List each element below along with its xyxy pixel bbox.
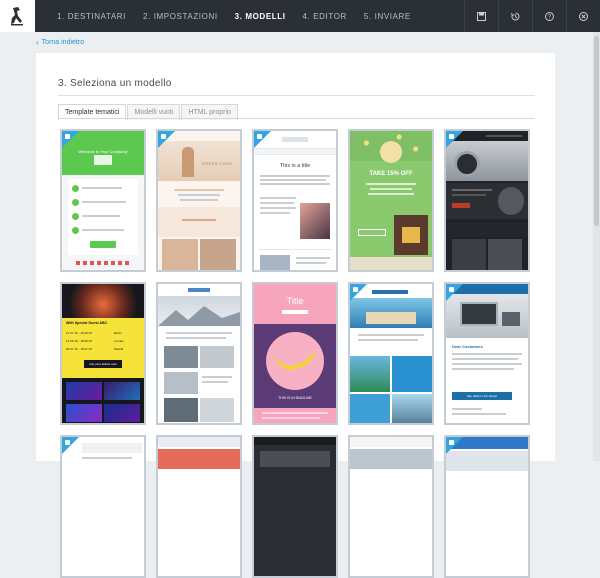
wizard-steps: 1. DESTINATARI 2. IMPOSTAZIONI 3. MODELL…	[35, 0, 428, 32]
template-card-row3-2[interactable]	[156, 435, 242, 578]
template-badge-icon	[350, 284, 367, 301]
logo-icon	[10, 7, 23, 26]
template-panel: 3. Seleziona un modello Template tematic…	[36, 53, 555, 578]
toolbar-actions: ?	[464, 0, 600, 32]
event-date: 27.07.15 - 15.06.15	[66, 331, 93, 335]
back-link-label: Torna indietro	[41, 39, 85, 46]
close-icon	[579, 11, 588, 21]
event-city: Berlin	[114, 331, 122, 335]
help-icon: ?	[545, 11, 554, 21]
back-link[interactable]: ‹ Torna indietro	[36, 38, 84, 47]
template-card-row3-5[interactable]	[444, 435, 530, 578]
save-button[interactable]	[464, 0, 498, 32]
save-icon	[477, 11, 486, 21]
template-card-car[interactable]	[444, 129, 530, 272]
event-city: Madrid	[114, 347, 124, 351]
template-card-discount[interactable]: TAKE 15% OFF	[348, 129, 434, 272]
event-date: 06.07.15 - 15.07.15	[66, 347, 93, 351]
template-card-landscape[interactable]	[156, 282, 242, 425]
template-card-welcome[interactable]: Welcome to Your Company!	[60, 129, 146, 272]
template-card-laptop[interactable]: Dear Customers Say Hello to the future!	[444, 282, 530, 425]
template-heading: This is a title	[279, 163, 311, 169]
page-title: 3. Seleziona un modello	[58, 78, 172, 89]
history-icon	[511, 12, 520, 20]
ticket-button: Get your tickets now	[84, 360, 122, 368]
close-button[interactable]	[566, 0, 600, 32]
template-badge-icon	[446, 437, 463, 454]
template-badge-icon	[446, 284, 463, 301]
template-card-fashion[interactable]: DRESS CODE	[156, 129, 242, 272]
help-button[interactable]: ?	[532, 0, 566, 32]
template-heading: Welcome to Your Company!	[78, 149, 128, 154]
template-card-row3-1[interactable]	[60, 435, 146, 578]
event-date: 12.06.15 - 18.06.15	[66, 339, 93, 343]
template-heading: TAKE 15% OFF	[369, 171, 413, 177]
template-card-banana[interactable]: Title THIS IS A HEADLINE	[252, 282, 338, 425]
app-logo[interactable]	[0, 0, 35, 32]
banana-image	[274, 350, 316, 370]
template-heading: DRESS CODE	[202, 161, 233, 166]
template-heading: Title	[286, 296, 304, 306]
step-modelli[interactable]: 3. MODELLI	[235, 12, 286, 21]
template-badge-icon	[158, 131, 175, 148]
top-navigation-bar: 1. DESTINATARI 2. IMPOSTAZIONI 3. MODELL…	[0, 0, 600, 32]
template-heading: Dear Customers	[452, 344, 483, 349]
step-impostazioni[interactable]: 2. IMPOSTAZIONI	[143, 12, 218, 21]
tabs-divider	[58, 118, 535, 119]
template-badge-icon	[62, 437, 79, 454]
title-divider	[58, 95, 535, 96]
template-card-concert[interactable]: With Special Guest ABC 27.07.15 - 15.06.…	[60, 282, 146, 425]
template-badge-icon	[254, 131, 271, 148]
template-card-travel[interactable]	[348, 282, 434, 425]
history-button[interactable]	[498, 0, 532, 32]
template-card-row3-4[interactable]	[348, 435, 434, 578]
step-destinatari[interactable]: 1. DESTINATARI	[57, 12, 126, 21]
step-inviare[interactable]: 5. INVIARE	[364, 12, 411, 21]
chevron-left-icon: ‹	[36, 38, 39, 47]
mountain-image	[158, 306, 240, 326]
step-editor[interactable]: 4. EDITOR	[303, 12, 347, 21]
scrollbar-thumb[interactable]	[594, 36, 599, 226]
template-badge-icon	[62, 131, 79, 148]
template-heading: With Special Guest ABC	[66, 321, 108, 325]
template-card-title[interactable]: This is a title	[252, 129, 338, 272]
template-subheading: THIS IS A HEADLINE	[278, 396, 312, 400]
page-scrollbar[interactable]	[593, 32, 600, 461]
event-city: London	[114, 339, 125, 343]
template-card-row3-3[interactable]	[252, 435, 338, 578]
template-badge-icon	[446, 131, 463, 148]
template-cta: Say Hello to the future!	[452, 392, 512, 400]
